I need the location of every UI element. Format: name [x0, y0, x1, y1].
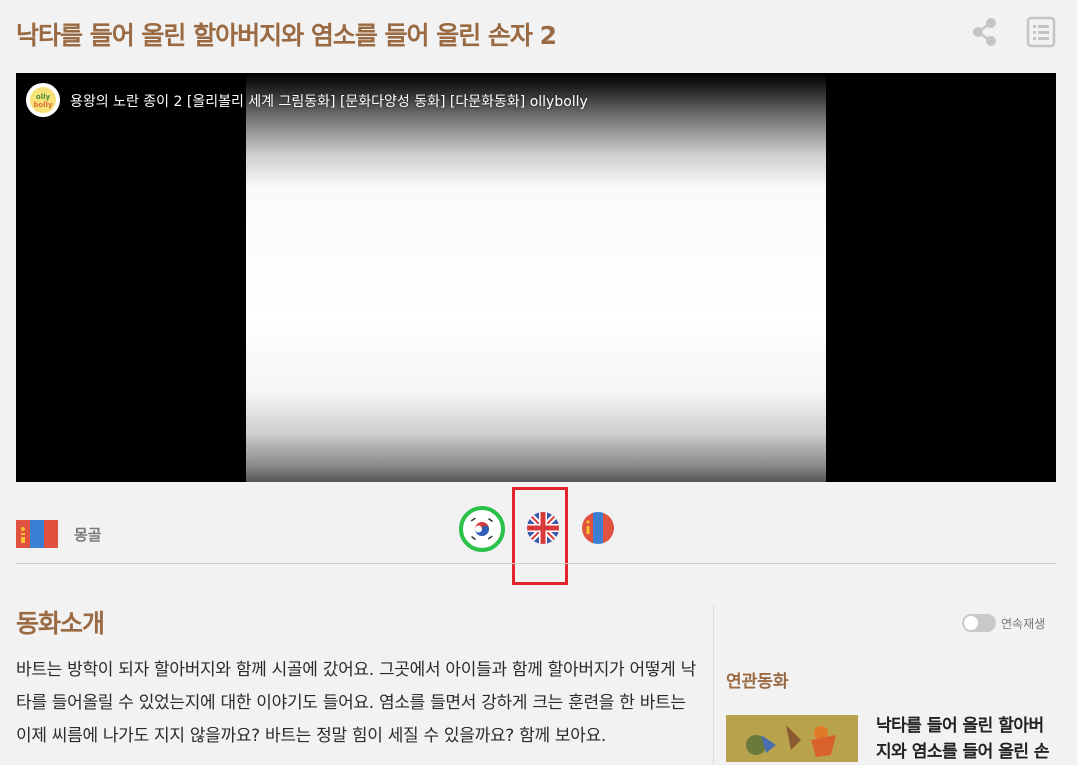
story-illustration-icon — [726, 715, 858, 762]
mongolia-flag-icon — [582, 512, 614, 544]
language-korean-button[interactable] — [459, 506, 505, 552]
list-icon — [1026, 16, 1056, 48]
related-heading: 연관동화 — [726, 672, 789, 692]
related-thumbnail[interactable] — [726, 715, 858, 762]
mongolia-flag-icon — [16, 520, 58, 548]
autoplay-label: 연속재생 — [1001, 617, 1046, 631]
video-frame[interactable] — [246, 73, 826, 482]
video-title[interactable]: 용왕의 노란 종이 2 [올리볼리 세계 그림동화] [문화다양성 동화] [다… — [70, 91, 588, 111]
uk-flag-icon — [527, 512, 559, 544]
toggle-knob — [964, 616, 978, 630]
ollybolly-logo-icon: olly bolly — [26, 83, 60, 117]
intro-heading: 동화소개 — [16, 609, 105, 638]
divider — [16, 563, 1056, 564]
svg-text:bolly: bolly — [33, 101, 53, 109]
video-player[interactable]: olly bolly 용왕의 노란 종이 2 [올리볼리 세계 그림동화] [문… — [16, 73, 1056, 482]
related-item-title[interactable]: 낙타를 들어 올린 할아버지와 염소를 들어 올린 손자 1 — [876, 713, 1056, 762]
language-english-button[interactable] — [527, 512, 559, 544]
country-flag — [16, 520, 58, 548]
country-name: 몽골 — [74, 526, 102, 544]
language-mongolian-button[interactable] — [582, 512, 614, 544]
share-icon — [973, 18, 996, 46]
page-title: 낙타를 들어 올린 할아버지와 염소를 들어 올린 손자 2 — [16, 21, 557, 50]
playlist-button[interactable] — [1026, 16, 1056, 48]
share-button[interactable] — [970, 16, 1000, 48]
intro-text: 바트는 방학이 되자 할아버지와 함께 시골에 갔어요. 그곳에서 아이들과 함… — [16, 660, 696, 746]
channel-logo[interactable]: olly bolly — [26, 83, 60, 117]
vertical-divider — [713, 605, 714, 765]
svg-text:olly: olly — [36, 93, 51, 101]
korea-flag-icon — [468, 515, 496, 543]
autoplay-toggle[interactable] — [962, 614, 996, 632]
